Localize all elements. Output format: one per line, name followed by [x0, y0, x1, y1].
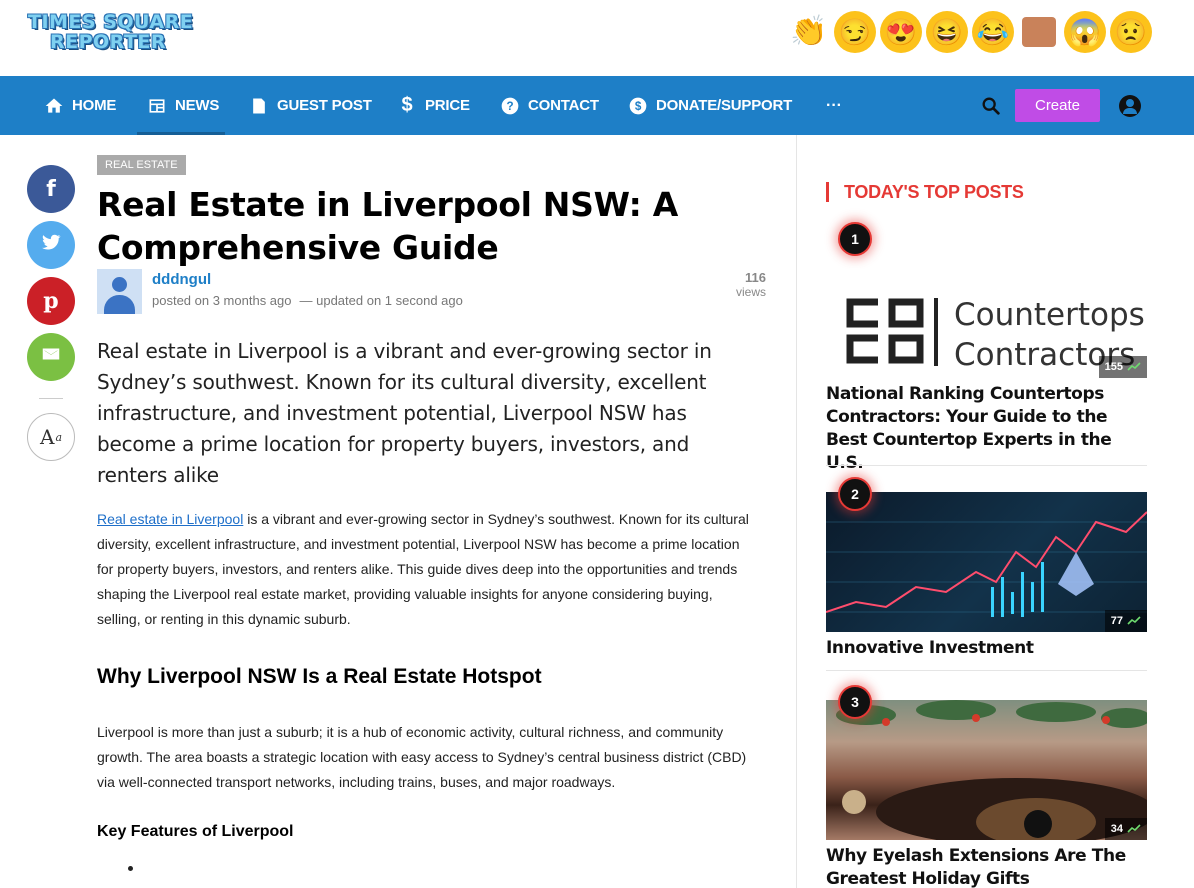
font-toggle-small: a — [55, 430, 62, 444]
nav-price-label: PRICE — [425, 97, 470, 114]
create-button[interactable]: Create — [1015, 89, 1100, 122]
post-3-view-count: 34 — [1104, 818, 1147, 840]
top-posts-title: TODAY'S TOP POSTS — [826, 182, 1024, 202]
user-account-icon[interactable] — [1119, 95, 1141, 117]
article-meta: posted on 3 months ago — updated on 1 sec… — [152, 293, 463, 308]
nav-guest-post[interactable]: GUEST POST — [249, 76, 372, 135]
nav-active-indicator — [137, 132, 225, 135]
article-paragraph-1: Real estate in Liverpool is a vibrant an… — [97, 507, 757, 632]
author-name[interactable]: dddngul — [152, 271, 211, 288]
font-size-toggle[interactable]: Aa — [27, 413, 75, 461]
post-2-title[interactable]: Innovative Investment — [826, 637, 1147, 660]
rank-badge-1: 1 — [838, 222, 872, 256]
joy-reaction-icon[interactable]: 😂 — [972, 11, 1014, 53]
category-badge[interactable]: REAL ESTATE — [97, 155, 186, 175]
logo-line-2: REPORTER — [50, 31, 167, 53]
facebook-icon: f — [46, 176, 56, 202]
post-3-title[interactable]: Why Eyelash Extensions Are The Greatest … — [826, 845, 1147, 888]
email-icon — [40, 343, 62, 371]
nav-home-label: HOME — [72, 97, 117, 114]
paragraph-1-text: is a vibrant and ever-growing sector in … — [97, 511, 749, 627]
article-title: Real Estate in Liverpool NSW: A Comprehe… — [97, 185, 678, 267]
nav-home[interactable]: HOME — [44, 76, 116, 135]
view-count-number: 116 — [745, 270, 766, 285]
newspaper-icon — [147, 96, 167, 116]
svg-text:?: ? — [507, 100, 514, 113]
trending-icon — [1127, 362, 1141, 371]
posted-date: posted on 3 months ago — [152, 293, 292, 308]
twitter-share-button[interactable] — [27, 221, 75, 269]
nav-donate-label: DONATE/SUPPORT — [656, 97, 793, 114]
smirk-reaction-icon[interactable]: 😏 — [834, 11, 876, 53]
pinterest-icon: p — [43, 288, 59, 314]
trending-icon — [1127, 616, 1141, 625]
view-count: 116 views — [700, 270, 766, 299]
home-icon — [44, 96, 64, 116]
logo-line-1: TIMES SQUARE — [28, 11, 194, 33]
help-icon: ? — [500, 96, 520, 116]
heart-eyes-reaction-icon[interactable]: 😍 — [880, 11, 922, 53]
post-separator — [826, 465, 1147, 466]
rank-badge-3: 3 — [838, 685, 872, 719]
post-1-count: 155 — [1104, 361, 1123, 373]
list-bullet — [128, 866, 133, 871]
svg-text:$: $ — [635, 100, 642, 113]
nav-more-button[interactable]: ··· — [826, 76, 842, 135]
view-count-label: views — [735, 285, 766, 299]
nav-price[interactable]: $ PRICE — [397, 76, 471, 135]
subsection-heading: Key Features of Liverpool — [97, 823, 294, 840]
nav-donate[interactable]: $ DONATE/SUPPORT — [628, 76, 792, 135]
post-1-title[interactable]: National Ranking Countertops Contractors… — [826, 383, 1147, 475]
coco-text-line-1: Countertops — [954, 297, 1145, 333]
section-heading: Why Liverpool NSW Is a Real Estate Hotsp… — [97, 665, 542, 688]
thumbs-down-reaction-icon[interactable] — [1018, 11, 1060, 53]
twitter-icon — [40, 231, 62, 259]
email-share-button[interactable] — [27, 333, 75, 381]
post-3-count: 34 — [1110, 823, 1123, 835]
post-2-view-count: 77 — [1104, 610, 1147, 632]
site-header: TIMES SQUARE REPORTER 👏 😏 😍 😆 😂 😱 😟 — [0, 0, 1194, 76]
post-1-view-count: 155 — [1098, 356, 1147, 378]
site-logo[interactable]: TIMES SQUARE REPORTER — [28, 12, 198, 52]
scream-reaction-icon[interactable]: 😱 — [1064, 11, 1106, 53]
post-1-thumbnail[interactable]: Countertops Contractors 155 — [826, 238, 1147, 378]
nav-news-label: NEWS — [175, 97, 220, 114]
post-3-thumbnail[interactable]: 34 — [826, 700, 1147, 840]
nav-guest-post-label: GUEST POST — [277, 97, 372, 114]
eyelash-image — [836, 700, 1147, 840]
article-lead: Real estate in Liverpool is a vibrant an… — [97, 339, 712, 487]
post-2-count: 77 — [1110, 615, 1123, 627]
donate-icon: $ — [628, 96, 648, 116]
font-toggle-big: A — [39, 425, 55, 449]
real-estate-link[interactable]: Real estate in Liverpool — [97, 511, 243, 527]
search-icon[interactable] — [980, 95, 1002, 117]
rank-badge-2: 2 — [838, 477, 872, 511]
nav-news[interactable]: NEWS — [147, 76, 219, 135]
author-avatar[interactable] — [97, 269, 142, 314]
post-separator — [826, 670, 1147, 671]
reaction-bar: 👏 😏 😍 😆 😂 😱 😟 — [788, 11, 1152, 53]
nav-contact[interactable]: ? CONTACT — [500, 76, 599, 135]
clap-reaction-icon[interactable]: 👏 — [788, 11, 830, 53]
article-paragraph-2: Liverpool is more than just a suburb; it… — [97, 724, 747, 790]
sidebar-divider — [796, 135, 797, 888]
document-icon — [249, 96, 269, 116]
nav-contact-label: CONTACT — [528, 97, 599, 114]
updated-date: — updated on 1 second ago — [299, 293, 463, 308]
post-2-thumbnail[interactable]: 77 — [826, 492, 1147, 632]
dollar-icon: $ — [401, 94, 413, 116]
pinterest-share-button[interactable]: p — [27, 277, 75, 325]
trending-icon — [1127, 824, 1141, 833]
share-divider — [39, 398, 63, 399]
facebook-share-button[interactable]: f — [27, 165, 75, 213]
worried-reaction-icon[interactable]: 😟 — [1110, 11, 1152, 53]
laugh-reaction-icon[interactable]: 😆 — [926, 11, 968, 53]
crypto-chart-image — [826, 511, 1147, 617]
